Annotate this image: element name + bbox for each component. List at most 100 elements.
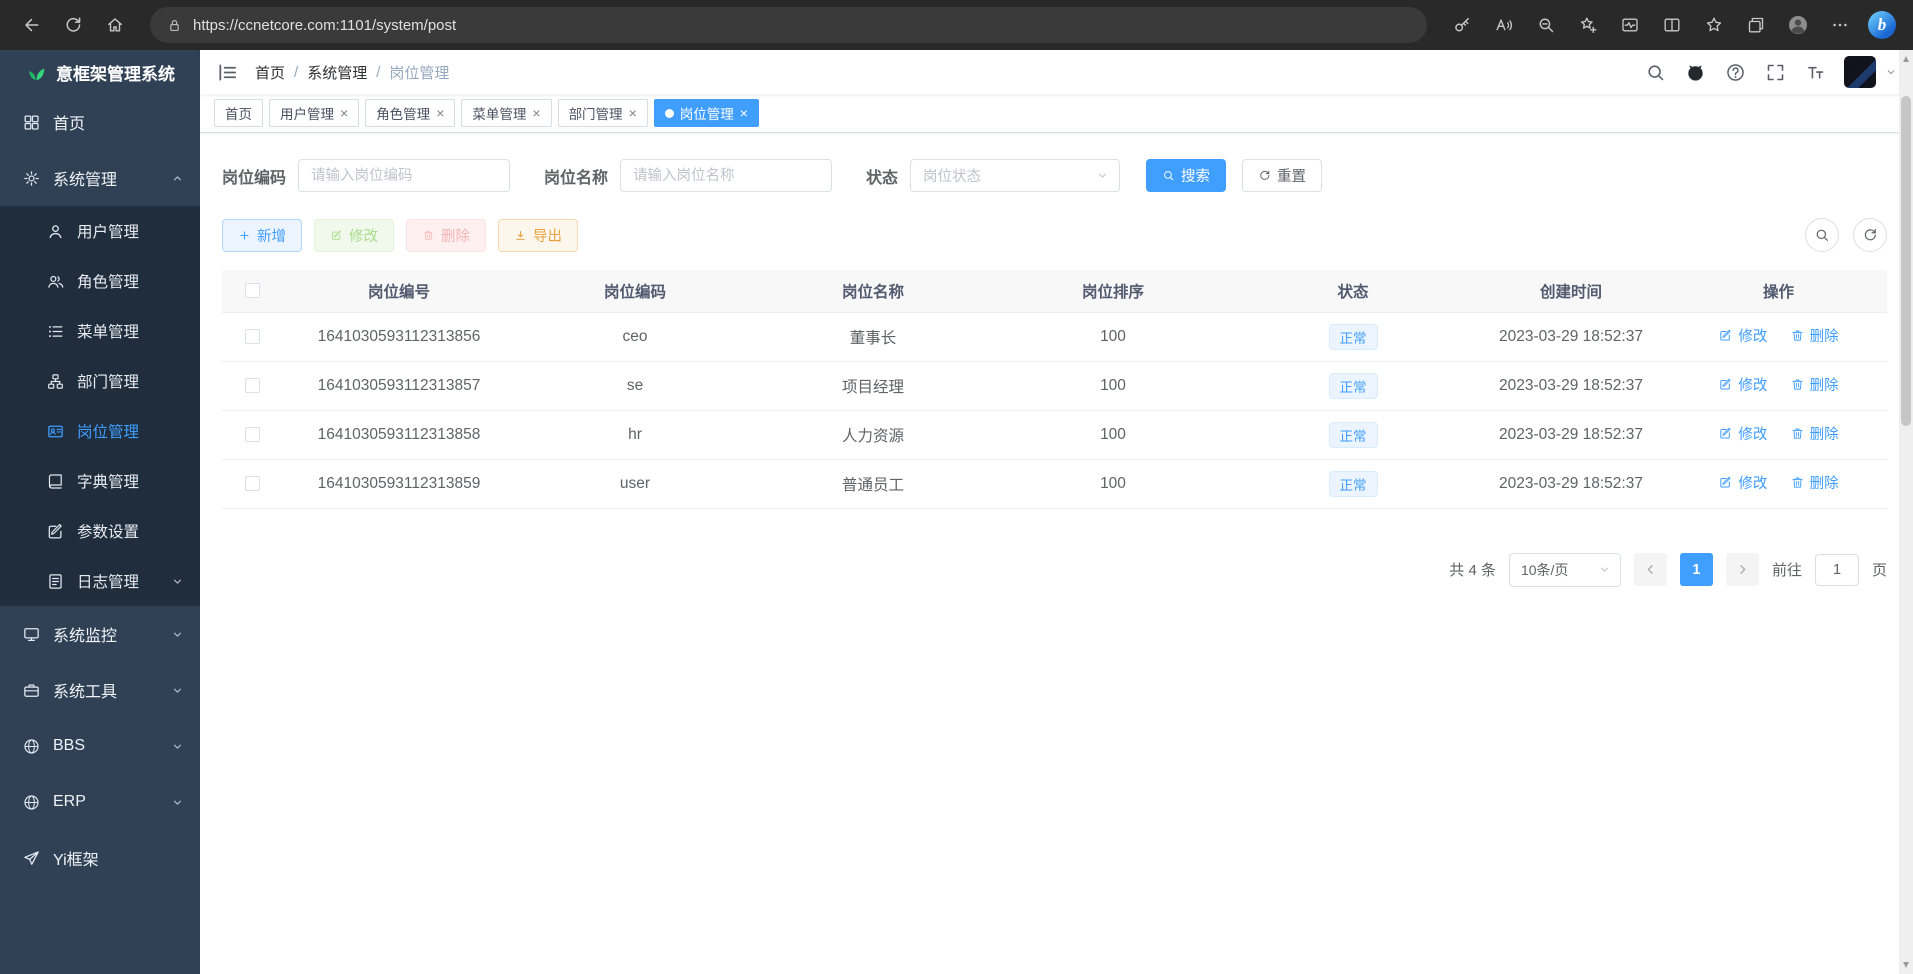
submenu-item-log-mgmt[interactable]: 日志管理: [0, 556, 200, 606]
submenu-item-role-mgmt[interactable]: 角色管理: [0, 256, 200, 306]
refresh-table-button[interactable]: [1853, 218, 1887, 252]
scroll-down-arrow[interactable]: [1903, 962, 1909, 968]
row-checkbox[interactable]: [245, 427, 260, 442]
sidebar-item-yi-framework[interactable]: Yi框架: [0, 830, 200, 886]
tab-close-icon[interactable]: ×: [740, 106, 748, 120]
row-edit-link[interactable]: 修改: [1718, 472, 1767, 493]
tab-close-icon[interactable]: ×: [532, 106, 540, 120]
browser-home-button[interactable]: [94, 5, 136, 45]
avatar-caret-down-icon[interactable]: [1885, 66, 1897, 78]
tab-dept-mgmt[interactable]: 部门管理 ×: [558, 99, 648, 127]
header-search-button[interactable]: [1638, 55, 1672, 89]
breadcrumb-system-mgmt[interactable]: 系统管理: [307, 62, 367, 83]
row-checkbox[interactable]: [245, 476, 260, 491]
browser-refresh-button[interactable]: [52, 5, 94, 45]
page-number-button[interactable]: 1: [1680, 553, 1713, 586]
submenu-item-dict-mgmt[interactable]: 字典管理: [0, 456, 200, 506]
tab-user-mgmt[interactable]: 用户管理 ×: [269, 99, 359, 127]
export-button[interactable]: 导出: [498, 219, 578, 252]
submenu-item-menu-mgmt[interactable]: 菜单管理: [0, 306, 200, 356]
page-unit-label: 页: [1872, 559, 1887, 580]
browser-url[interactable]: https://ccnetcore.com:1101/system/post: [193, 17, 456, 34]
sidebar-menu: 首页 系统管理 用户管理 角色管理 菜单管理: [0, 94, 200, 886]
col-post-sort: 岗位排序: [992, 270, 1234, 312]
search-icon: [1162, 169, 1175, 182]
tab-close-icon[interactable]: ×: [340, 106, 348, 120]
sidebar-item-system-tools[interactable]: 系统工具: [0, 662, 200, 718]
sidebar-item-erp[interactable]: ERP: [0, 774, 200, 830]
submenu-item-post-mgmt[interactable]: 岗位管理: [0, 406, 200, 456]
copilot-button[interactable]: b: [1861, 5, 1903, 45]
row-checkbox[interactable]: [245, 329, 260, 344]
browser-profile-avatar[interactable]: [1777, 5, 1819, 45]
read-aloud-icon[interactable]: [1483, 5, 1525, 45]
goto-label: 前往: [1772, 559, 1802, 580]
row-delete-label: 删除: [1810, 374, 1839, 395]
fullscreen-button[interactable]: [1758, 55, 1792, 89]
sidebar-item-home[interactable]: 首页: [0, 94, 200, 150]
add-favorite-icon[interactable]: [1567, 5, 1609, 45]
tab-close-icon[interactable]: ×: [436, 106, 444, 120]
reset-button[interactable]: 重置: [1242, 159, 1322, 192]
edit-button[interactable]: 修改: [314, 219, 394, 252]
search-button[interactable]: 搜索: [1146, 159, 1226, 192]
post-code-input[interactable]: [298, 159, 510, 192]
cell-post-code: user: [516, 459, 754, 508]
password-key-icon[interactable]: [1441, 5, 1483, 45]
tab-close-icon[interactable]: ×: [629, 106, 637, 120]
submenu-item-user-mgmt[interactable]: 用户管理: [0, 206, 200, 256]
user-avatar[interactable]: [1844, 56, 1876, 88]
pulse-icon: [1620, 15, 1640, 35]
row-delete-link[interactable]: 删除: [1790, 374, 1839, 395]
add-button[interactable]: 新增: [222, 219, 302, 252]
sidebar-toggle-icon[interactable]: [216, 61, 239, 84]
tab-menu-mgmt[interactable]: 菜单管理 ×: [461, 99, 551, 127]
browser-essentials-icon[interactable]: [1609, 5, 1651, 45]
status-select[interactable]: 岗位状态: [910, 159, 1120, 192]
site-info-lock-icon[interactable]: [166, 17, 183, 34]
tab-role-mgmt[interactable]: 角色管理 ×: [365, 99, 455, 127]
browser-back-button[interactable]: [10, 5, 52, 45]
github-link[interactable]: [1678, 55, 1712, 89]
breadcrumb-home[interactable]: 首页: [255, 62, 285, 83]
submenu-item-param-settings[interactable]: 参数设置: [0, 506, 200, 556]
help-button[interactable]: [1718, 55, 1752, 89]
tab-home[interactable]: 首页: [214, 99, 263, 127]
cell-post-sort: 100: [992, 312, 1234, 361]
favorites-icon[interactable]: [1693, 5, 1735, 45]
next-page-button[interactable]: [1726, 553, 1759, 586]
browser-chrome: https://ccnetcore.com:1101/system/post b: [0, 0, 1913, 50]
submenu-item-dept-mgmt[interactable]: 部门管理: [0, 356, 200, 406]
toggle-search-button[interactable]: [1805, 218, 1839, 252]
row-edit-link[interactable]: 修改: [1718, 423, 1767, 444]
goto-page-input[interactable]: [1815, 554, 1859, 586]
prev-page-button[interactable]: [1634, 553, 1667, 586]
row-edit-link[interactable]: 修改: [1718, 374, 1767, 395]
row-edit-link[interactable]: 修改: [1718, 325, 1767, 346]
scroll-up-arrow[interactable]: [1903, 56, 1909, 62]
page-scrollbar[interactable]: [1899, 50, 1913, 974]
post-name-input[interactable]: [620, 159, 832, 192]
sidebar-item-system-monitor[interactable]: 系统监控: [0, 606, 200, 662]
row-delete-link[interactable]: 删除: [1790, 325, 1839, 346]
row-delete-link[interactable]: 删除: [1790, 472, 1839, 493]
cell-post-id: 1641030593112313857: [282, 361, 516, 410]
row-checkbox[interactable]: [245, 378, 260, 393]
select-all-checkbox[interactable]: [245, 283, 260, 298]
row-delete-link[interactable]: 删除: [1790, 423, 1839, 444]
page-size-select[interactable]: 10条/页: [1509, 553, 1621, 587]
font-size-button[interactable]: [1798, 55, 1832, 89]
zoom-icon[interactable]: [1525, 5, 1567, 45]
split-screen-icon[interactable]: [1651, 5, 1693, 45]
browser-more-menu[interactable]: [1819, 5, 1861, 45]
delete-button[interactable]: 删除: [406, 219, 486, 252]
tab-post-mgmt[interactable]: 岗位管理 ×: [654, 99, 759, 127]
sidebar-item-bbs[interactable]: BBS: [0, 718, 200, 774]
sidebar-item-system-mgmt[interactable]: 系统管理: [0, 150, 200, 206]
scrollbar-thumb[interactable]: [1901, 96, 1911, 426]
page-content: 岗位编码 岗位名称 状态 岗位状态 搜索: [200, 133, 1913, 974]
browser-address-bar[interactable]: https://ccnetcore.com:1101/system/post: [150, 7, 1427, 43]
edit-button-label: 修改: [349, 225, 378, 246]
chevron-down-icon: [171, 575, 184, 588]
collections-icon[interactable]: [1735, 5, 1777, 45]
